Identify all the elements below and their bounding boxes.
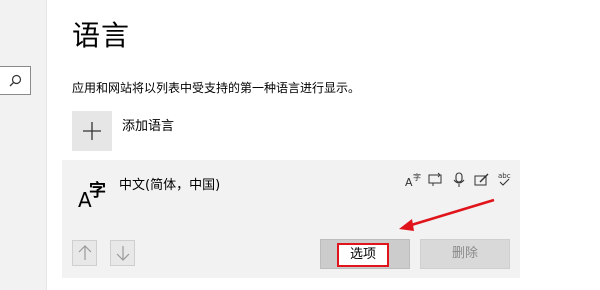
remove-button[interactable]: 删除	[420, 239, 510, 269]
language-glyph-char: 字	[89, 181, 106, 201]
svg-text:A: A	[405, 176, 413, 189]
search-icon	[9, 74, 22, 87]
search-box[interactable]	[0, 66, 31, 95]
plus-icon	[83, 122, 101, 140]
spell-check-text: abc	[498, 172, 511, 180]
move-down-button[interactable]	[110, 240, 135, 266]
page-description: 应用和网站将以列表中受支持的第一种语言进行显示。	[72, 81, 361, 95]
left-nav-pane	[0, 0, 47, 290]
svg-text:字: 字	[413, 172, 421, 182]
handwriting-icon	[473, 171, 491, 189]
arrow-down-icon	[116, 246, 130, 261]
display-language-icon: A 字	[404, 171, 422, 189]
add-language-tile[interactable]	[72, 111, 112, 151]
page-title: 语言	[72, 19, 131, 52]
language-item-card[interactable]: A 字 中文(简体，中国) A 字 abc 选项 删除	[62, 160, 520, 278]
language-glyph-icon: A 字	[76, 176, 110, 212]
add-language-button[interactable]: 添加语言	[72, 111, 174, 151]
language-name: 中文(简体，中国)	[119, 178, 221, 193]
arrow-up-icon	[78, 245, 92, 260]
language-features: A 字 abc	[404, 171, 514, 189]
add-language-label: 添加语言	[122, 119, 175, 134]
options-button[interactable]: 选项	[320, 239, 410, 269]
move-up-button[interactable]	[72, 240, 97, 266]
options-button-label: 选项	[337, 243, 389, 267]
speech-recognition-icon	[450, 171, 468, 189]
spell-check-icon: abc	[496, 171, 514, 189]
text-to-speech-icon	[427, 171, 445, 189]
